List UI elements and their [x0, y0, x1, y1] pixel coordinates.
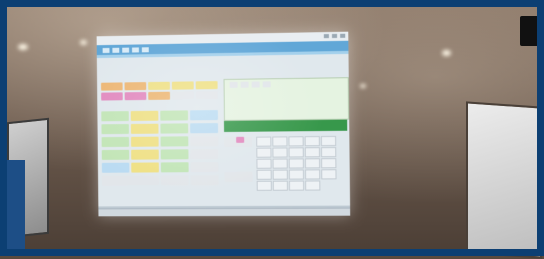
- product-button[interactable]: [131, 149, 159, 160]
- left-blue-sign: [7, 160, 25, 249]
- category-button[interactable]: [195, 81, 218, 90]
- action-button[interactable]: [224, 171, 253, 182]
- product-button[interactable]: [190, 123, 219, 134]
- toolbar-icon[interactable]: [112, 47, 120, 53]
- keypad-key[interactable]: [288, 136, 304, 147]
- toolbar-icon[interactable]: [132, 47, 139, 53]
- category-button[interactable]: [124, 82, 147, 91]
- toolbar-icon[interactable]: [141, 47, 149, 53]
- toolbar-icon[interactable]: [102, 47, 110, 54]
- keypad-key[interactable]: [304, 147, 321, 158]
- product-button[interactable]: [101, 123, 129, 135]
- product-button[interactable]: [130, 123, 159, 134]
- keypad-key[interactable]: [272, 147, 288, 158]
- product-button[interactable]: [130, 110, 159, 121]
- product-button[interactable]: [101, 111, 129, 122]
- keypad-key[interactable]: [256, 169, 272, 180]
- keypad-key[interactable]: [256, 136, 272, 147]
- product-button[interactable]: [131, 162, 159, 173]
- keypad-key[interactable]: [320, 135, 337, 147]
- keypad-key[interactable]: [305, 180, 321, 191]
- minimize-icon[interactable]: [323, 34, 329, 39]
- product-button[interactable]: [101, 162, 130, 173]
- maximize-icon[interactable]: [331, 33, 338, 39]
- action-button[interactable]: [236, 136, 245, 143]
- keypad-key[interactable]: [321, 158, 337, 169]
- keypad-key[interactable]: [320, 147, 337, 158]
- toolbar-icon[interactable]: [122, 47, 130, 53]
- category-button[interactable]: [101, 92, 123, 101]
- keypad-key[interactable]: [304, 136, 320, 147]
- product-button[interactable]: [189, 110, 218, 121]
- ceiling-light: [80, 40, 87, 45]
- amount-bar: [223, 119, 348, 132]
- order-tool-button[interactable]: [240, 81, 249, 88]
- product-button[interactable]: [190, 149, 219, 160]
- category-button[interactable]: [171, 91, 194, 100]
- keypad-key[interactable]: [288, 169, 305, 180]
- keypad-key[interactable]: [256, 147, 272, 158]
- keypad-key[interactable]: [272, 180, 288, 191]
- product-button[interactable]: [130, 136, 159, 147]
- keypad-key[interactable]: [256, 180, 272, 191]
- keypad-key[interactable]: [288, 147, 304, 158]
- keypad-key[interactable]: [321, 169, 337, 180]
- product-button[interactable]: [190, 136, 219, 147]
- category-button[interactable]: [171, 81, 194, 90]
- order-tool-button[interactable]: [251, 81, 260, 88]
- product-button[interactable]: [160, 123, 189, 134]
- product-button[interactable]: [190, 175, 219, 186]
- category-button[interactable]: [124, 92, 147, 101]
- category-button[interactable]: [148, 81, 170, 91]
- product-button[interactable]: [160, 110, 189, 121]
- keypad-key[interactable]: [272, 169, 288, 180]
- product-button[interactable]: [160, 175, 189, 186]
- category-button[interactable]: [101, 82, 123, 91]
- product-button[interactable]: [101, 136, 130, 148]
- product-button[interactable]: [160, 149, 189, 160]
- order-tool-button[interactable]: [262, 81, 271, 88]
- close-icon[interactable]: [340, 33, 346, 38]
- product-button[interactable]: [190, 162, 219, 173]
- bottom-bar: [98, 207, 351, 217]
- keypad-key[interactable]: [304, 169, 321, 180]
- ceiling-light: [360, 84, 366, 88]
- product-button[interactable]: [101, 175, 160, 186]
- numeric-keypad: [256, 135, 348, 197]
- ceiling-light: [18, 44, 28, 50]
- right-whiteboard: [466, 101, 542, 259]
- keypad-key[interactable]: [288, 180, 305, 191]
- keypad-key[interactable]: [288, 158, 304, 169]
- projected-screen: [96, 31, 351, 217]
- wall-speaker: [520, 16, 540, 46]
- product-button[interactable]: [101, 149, 130, 160]
- window-controls: [323, 33, 346, 39]
- ceiling-light: [442, 50, 451, 56]
- keypad-key[interactable]: [272, 136, 288, 147]
- keypad-key[interactable]: [256, 158, 272, 169]
- category-button[interactable]: [195, 91, 218, 100]
- order-tool-button[interactable]: [229, 81, 238, 88]
- product-button[interactable]: [160, 136, 189, 147]
- category-button[interactable]: [148, 91, 171, 100]
- product-button[interactable]: [160, 162, 189, 173]
- keypad-key[interactable]: [304, 158, 321, 169]
- keypad-key[interactable]: [272, 158, 288, 169]
